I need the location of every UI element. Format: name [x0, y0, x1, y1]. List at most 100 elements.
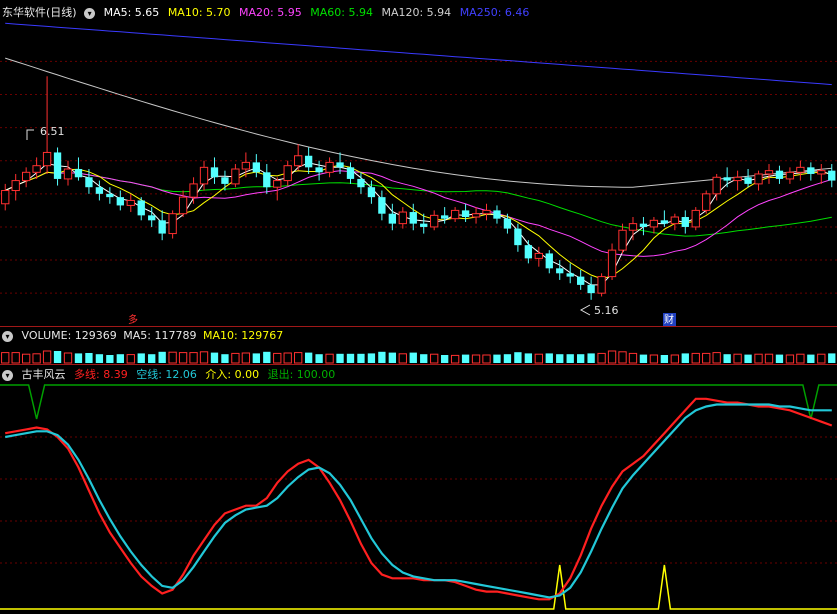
volume-bar-up	[199, 351, 209, 364]
candle-body-down	[723, 177, 731, 181]
volume-bar-down	[315, 354, 323, 363]
volume-panel: ▾ VOLUME: 129369 MA5: 117789 MA10: 12976…	[0, 327, 837, 364]
candle-body-down	[221, 177, 229, 184]
volume-bar-down	[95, 354, 104, 363]
volume-bar-down	[378, 351, 386, 363]
short-line	[5, 403, 832, 599]
volume-bar-down	[807, 354, 815, 363]
candle-body-down	[346, 167, 355, 179]
candle-body-down	[336, 162, 344, 168]
candle-body-up	[283, 165, 292, 182]
candle-body-up	[712, 176, 721, 195]
volume-bar-up	[628, 352, 638, 364]
candle-body-up	[471, 213, 481, 218]
indicator-header: ▾ 古丰风云 多线: 8.39 空线: 12.06 介入: 0.00 退出: 1…	[0, 367, 340, 383]
volume-bar-down	[158, 351, 166, 363]
candle-body-up	[126, 199, 135, 206]
volume-bar-down	[367, 353, 376, 363]
volume-bar-up	[471, 354, 481, 364]
ma250-line	[5, 22, 832, 86]
volume-bar-up	[126, 354, 135, 364]
low-marker: 5.16	[579, 304, 619, 317]
candle-body-down	[106, 193, 114, 198]
candle-body-up	[273, 180, 282, 188]
volume-bar-up	[294, 352, 303, 364]
candle-body-down	[388, 213, 397, 224]
ma5-line	[4, 162, 832, 286]
volume-bar-down	[524, 353, 533, 363]
short-line-value: 空线: 12.06	[136, 368, 197, 381]
volume-bar-down	[148, 354, 156, 363]
volume-bar-up	[712, 352, 721, 364]
volume-bar-down	[461, 354, 470, 363]
candle-body-up	[430, 214, 439, 228]
volume-bar-up	[691, 352, 700, 364]
candle-body-down	[210, 167, 219, 178]
volume-bar-down	[639, 354, 648, 363]
volume-bar-up	[11, 352, 20, 364]
volume-bar-down	[577, 354, 585, 363]
candle-body-down	[681, 217, 689, 227]
candle-body-down	[53, 152, 62, 179]
volume-bar-up	[534, 353, 543, 364]
volume-bar-up	[42, 350, 52, 364]
candle-body-up	[294, 155, 303, 167]
candle-body-down	[85, 177, 93, 188]
candle-body-up	[63, 168, 73, 180]
volume-bar-down	[210, 352, 219, 363]
ma10-value: MA10: 5.70	[167, 6, 231, 19]
candle-body-up	[231, 168, 240, 185]
candle-body-down	[420, 223, 428, 227]
stock-title[interactable]: 东华软件(日线)	[2, 6, 77, 19]
candle-body-up	[817, 170, 826, 175]
candle-body-down	[357, 178, 365, 188]
ma5-value: MA5: 5.65	[103, 6, 160, 19]
candle-body-up	[32, 165, 41, 173]
candle-body-up	[450, 209, 460, 220]
event-marker-left[interactable]: 多	[128, 313, 138, 326]
volume-bar-down	[116, 354, 124, 363]
indicator-chart[interactable]	[0, 365, 837, 614]
candle-body-down	[503, 218, 512, 229]
volume-bar-up	[733, 353, 742, 364]
volume-ma5: MA5: 117789	[123, 329, 197, 342]
candle-body-down	[409, 212, 417, 224]
volume-bar-up	[231, 352, 240, 364]
volume-bar-down	[503, 354, 512, 363]
volume-bar-up	[168, 351, 177, 364]
volume-bar-up	[597, 352, 606, 364]
event-marker-right[interactable]: 财	[664, 313, 674, 326]
volume-ma10: MA10: 129767	[202, 329, 284, 342]
indicator-name[interactable]: 古丰风云	[22, 368, 66, 381]
candle-body-down	[304, 155, 313, 168]
candle-body-up	[702, 193, 711, 211]
candle-body-down	[315, 167, 323, 173]
high-label: 6.51	[40, 125, 65, 138]
candle-body-up	[649, 219, 659, 228]
candle-body-down	[587, 284, 595, 294]
candle-body-down	[545, 253, 553, 269]
candle-body-down	[556, 268, 564, 274]
candle-body-down	[828, 170, 836, 181]
enter-signal-line	[0, 564, 837, 610]
volume-bar-down	[346, 353, 355, 363]
candle-body-down	[148, 215, 156, 221]
candle-body-up	[754, 173, 763, 185]
volume-bar-down	[440, 355, 449, 363]
candle-body-down	[158, 220, 166, 234]
candle-body-down	[566, 273, 574, 277]
settings-icon[interactable]: ▾	[84, 7, 96, 19]
volume-bar-up	[702, 352, 711, 364]
volume-settings-icon[interactable]: ▾	[2, 330, 13, 342]
candlestick-chart[interactable]: 6.51 5.16 多 财	[0, 0, 837, 326]
indicator-settings-icon[interactable]: ▾	[2, 369, 13, 381]
volume-bar-down	[828, 353, 836, 363]
long-line-value: 多线: 8.39	[74, 368, 128, 381]
volume-bar-up	[450, 354, 460, 364]
volume-bar-down	[252, 353, 260, 363]
volume-bar-up	[670, 354, 679, 364]
volume-bar-down	[85, 353, 93, 363]
candle-body-down	[639, 223, 648, 227]
volume-bar-up	[189, 352, 198, 364]
candle-body-up	[764, 170, 774, 175]
